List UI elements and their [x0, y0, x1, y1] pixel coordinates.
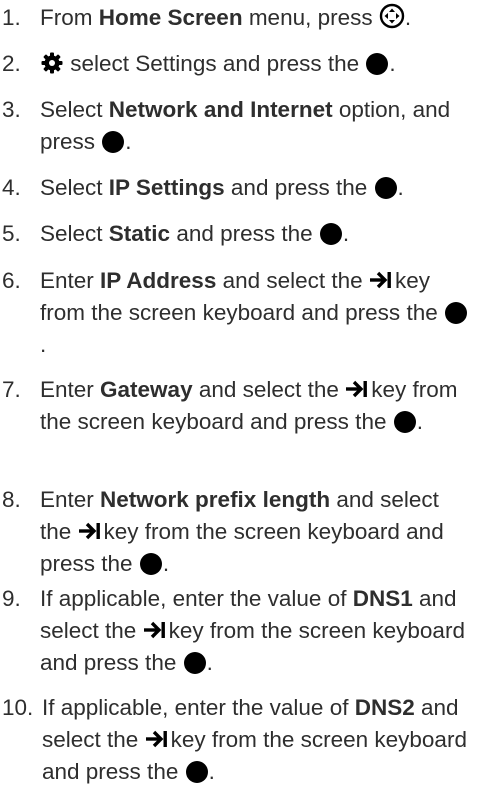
step-text: Enter Network prefix length and select t…: [40, 487, 444, 576]
step-number: 6.: [2, 268, 21, 293]
step-text: Enter IP Address and select the key from…: [40, 265, 478, 361]
ok-button-icon: [366, 53, 389, 75]
step-text: If applicable, enter the value of DNS1 a…: [40, 586, 465, 675]
ok-button-icon: [139, 553, 162, 575]
list-item: 1. From Home Screen menu, press .: [0, 2, 478, 34]
step-text: From Home Screen menu, press .: [40, 3, 412, 30]
ok-button-icon: [374, 177, 397, 199]
tab-key-icon: [369, 271, 391, 289]
step-number: 9.: [2, 586, 21, 611]
tab-key-icon: [78, 522, 100, 540]
field-name: IP Address: [100, 268, 217, 293]
list-item: 7. Enter Gateway and select the key from…: [0, 374, 478, 438]
step-number: 3.: [2, 97, 21, 122]
list-item: 3. Select Network and Internet option, a…: [0, 94, 478, 158]
list-item: 4. Select IP Settings and press the .: [0, 172, 478, 204]
option-name: IP Settings: [108, 175, 225, 200]
step-text: Enter Gateway and select the key from th…: [40, 377, 458, 434]
field-name: Network prefix length: [100, 487, 331, 512]
tab-key-icon: [145, 730, 167, 748]
ok-button-icon: [444, 302, 467, 324]
step-text: select Settings and press the .: [40, 48, 478, 80]
list-item: 2. select Settings and press the .: [0, 48, 478, 80]
step-number: 7.: [2, 377, 21, 402]
list-item: 8. Enter Network prefix length and selec…: [0, 484, 478, 580]
tab-key-icon: [346, 380, 368, 398]
list-item: 10. If applicable, enter the value of DN…: [0, 692, 478, 788]
step-text: Select Static and press the .: [40, 221, 350, 246]
list-item: 5. Select Static and press the .: [0, 218, 478, 250]
list-item: 6. Enter IP Address and select the key f…: [0, 265, 478, 361]
field-name: DNS2: [354, 695, 415, 720]
dpad-icon: [379, 3, 405, 29]
instruction-list: 1. From Home Screen menu, press . 2. sel…: [0, 0, 478, 784]
field-name: DNS1: [352, 586, 413, 611]
step-text: If applicable, enter the value of DNS2 a…: [42, 695, 467, 784]
step-number: 4.: [2, 175, 21, 200]
step-number: 8.: [2, 487, 21, 512]
step-text: Select IP Settings and press the .: [40, 175, 404, 200]
ok-button-icon: [185, 761, 208, 783]
list-item: 9. If applicable, enter the value of DNS…: [0, 583, 478, 679]
field-name: Gateway: [100, 377, 193, 402]
tab-key-icon: [143, 621, 165, 639]
option-name: Network and Internet: [108, 97, 333, 122]
step-text: Select Network and Internet option, and …: [40, 97, 451, 154]
gear-icon: [41, 52, 63, 74]
ok-button-icon: [319, 223, 342, 245]
step-number: 10.: [2, 695, 34, 720]
step-number: 1.: [2, 5, 21, 30]
menu-name: Home Screen: [98, 5, 243, 30]
step-number: 2.: [2, 51, 21, 76]
ok-button-icon: [393, 411, 416, 433]
option-name: Static: [108, 221, 171, 246]
ok-button-icon: [183, 652, 206, 674]
step-number: 5.: [2, 221, 21, 246]
ok-button-icon: [102, 131, 125, 153]
